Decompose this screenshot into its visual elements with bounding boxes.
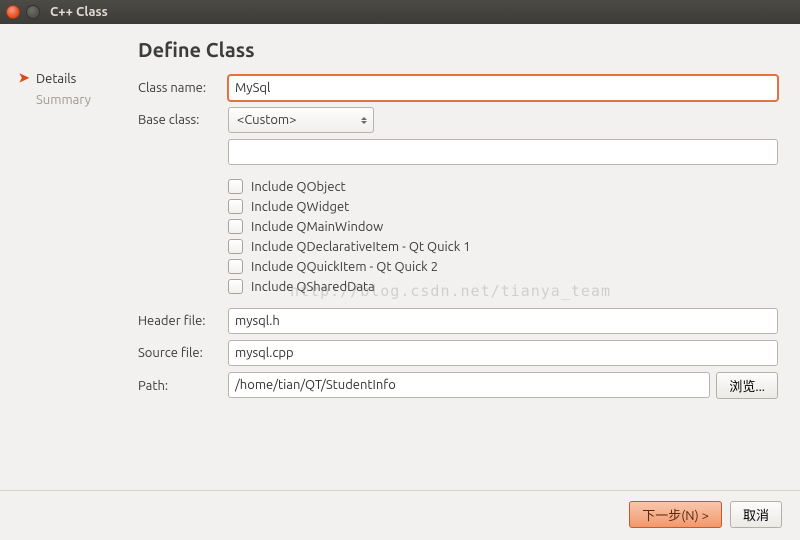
wizard-sidebar: ➤ Details ➤ Summary (18, 38, 138, 490)
source-file-input[interactable] (228, 340, 778, 366)
minimize-icon[interactable] (26, 5, 40, 19)
base-class-combobox[interactable]: <Custom> (228, 107, 374, 133)
path-label: Path: (138, 379, 224, 393)
checkbox-icon (228, 199, 243, 214)
include-qquickitem-checkbox[interactable]: Include QQuickItem - Qt Quick 2 (228, 259, 778, 274)
base-class-custom-input[interactable] (228, 139, 778, 165)
sidebar-item-details[interactable]: ➤ Details (18, 68, 138, 89)
checkbox-icon (228, 239, 243, 254)
next-button[interactable]: 下一步(N) > (629, 501, 722, 528)
checkbox-label: Include QMainWindow (251, 220, 383, 234)
sidebar-item-label: Details (36, 72, 76, 86)
include-qwidget-checkbox[interactable]: Include QWidget (228, 199, 778, 214)
title-bar: C++ Class (0, 0, 800, 24)
close-icon[interactable] (6, 5, 20, 19)
checkbox-label: Include QObject (251, 180, 346, 194)
cancel-button[interactable]: 取消 (730, 501, 782, 528)
base-class-value: <Custom> (237, 113, 297, 127)
header-file-input[interactable] (228, 308, 778, 334)
checkbox-label: Include QDeclarativeItem - Qt Quick 1 (251, 240, 471, 254)
chevron-right-icon: ➤ (18, 71, 30, 86)
checkbox-label: Include QQuickItem - Qt Quick 2 (251, 260, 438, 274)
checkbox-icon (228, 219, 243, 234)
window-title: C++ Class (50, 5, 108, 19)
updown-icon (361, 117, 367, 124)
sidebar-item-label: Summary (36, 93, 91, 107)
include-qmainwindow-checkbox[interactable]: Include QMainWindow (228, 219, 778, 234)
include-qobject-checkbox[interactable]: Include QObject (228, 179, 778, 194)
checkbox-label: Include QSharedData (251, 280, 375, 294)
source-file-label: Source file: (138, 346, 224, 360)
path-input[interactable] (228, 372, 710, 398)
page-title: Define Class (138, 38, 778, 61)
class-name-input[interactable] (228, 75, 778, 101)
include-options: Include QObject Include QWidget Include … (228, 179, 778, 294)
header-file-label: Header file: (138, 314, 224, 328)
checkbox-icon (228, 179, 243, 194)
checkbox-icon (228, 279, 243, 294)
sidebar-item-summary[interactable]: ➤ Summary (18, 89, 138, 110)
browse-button[interactable]: 浏览... (716, 372, 778, 399)
checkbox-icon (228, 259, 243, 274)
include-qshareddata-checkbox[interactable]: Include QSharedData (228, 279, 778, 294)
wizard-button-row: 下一步(N) > 取消 (0, 490, 800, 540)
class-name-label: Class name: (138, 81, 224, 95)
base-class-label: Base class: (138, 113, 224, 127)
include-qdeclarativeitem-checkbox[interactable]: Include QDeclarativeItem - Qt Quick 1 (228, 239, 778, 254)
checkbox-label: Include QWidget (251, 200, 349, 214)
